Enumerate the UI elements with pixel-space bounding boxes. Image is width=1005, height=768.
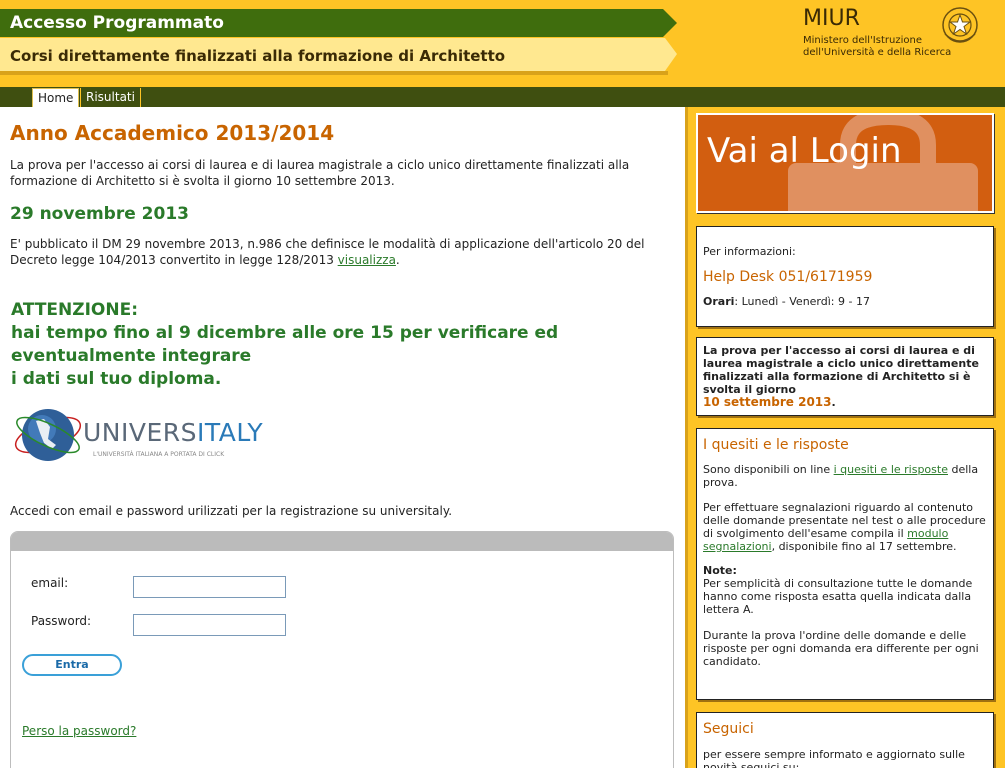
email-label: email: (31, 576, 69, 590)
email-input[interactable] (133, 576, 286, 598)
info-label: Per informazioni: (703, 245, 796, 258)
login-banner-label: Vai al Login (707, 131, 902, 171)
note-block: Note: Per semplicità di consultazione tut… (703, 564, 973, 616)
login-form: email: Password: Entra Perso la password… (10, 531, 674, 768)
helpdesk-phone: Help Desk 051/6171959 (703, 269, 873, 285)
seguici-text: per essere sempre informato e aggiornato… (703, 748, 965, 768)
site-title: Accesso Programmato (10, 13, 224, 33)
login-intro-text: Accedi con email e password urilizzati p… (10, 504, 453, 518)
tab-home[interactable]: Home (32, 88, 80, 107)
site-subtitle: Corsi direttamente finalizzati alla form… (10, 47, 506, 65)
seguici-box: Seguici per essere sempre informato e ag… (696, 712, 994, 768)
note-paragraph-2: Durante la prova l'ordine delle domande … (703, 629, 979, 668)
quesiti-box: I quesiti e le risposte Sono disponibili… (696, 428, 994, 700)
miur-line2: dell'Università e della Ricerca (803, 47, 952, 58)
tab-risultati[interactable]: Risultati (80, 88, 141, 107)
visualizza-link[interactable]: visualizza (338, 253, 396, 267)
page-title: Anno Accademico 2013/2014 (10, 121, 335, 145)
quesiti-title: I quesiti e le risposte (703, 437, 849, 453)
universitaly-tagline: L'UNIVERSITÀ ITALIANA A PORTATA DI CLICK (93, 451, 225, 458)
login-banner-button[interactable]: Vai al Login (696, 113, 994, 213)
universitaly-logo-text: UNIVERSITALY (83, 418, 264, 447)
password-input[interactable] (133, 614, 286, 636)
miur-logo-text: MIUR (803, 6, 860, 31)
exam-notice-box: La prova per l'accesso ai corsi di laure… (696, 337, 994, 416)
exam-notice-text: La prova per l'accesso ai corsi di laure… (703, 344, 979, 409)
seguici-title: Seguici (703, 721, 754, 737)
entra-button[interactable]: Entra (22, 654, 122, 676)
attention-notice: ATTENZIONE: hai tempo fino al 9 dicembre… (11, 300, 559, 389)
quesiti-paragraph-2: Per effettuare segnalazioni riguardo al … (703, 501, 986, 553)
quesiti-risposte-link[interactable]: i quesiti e le risposte (834, 463, 948, 476)
helpdesk-box: Per informazioni: Help Desk 051/6171959 … (696, 226, 994, 327)
republic-emblem-icon (942, 7, 978, 43)
intro-text: La prova per l'accesso ai corsi di laure… (10, 158, 630, 188)
main-nav: Home Risultati (0, 87, 1005, 107)
news-text: E' pubblicato il DM 29 novembre 2013, n.… (10, 237, 645, 267)
site-header: Accesso Programmato Corsi direttamente f… (0, 0, 1005, 86)
lost-password-link[interactable]: Perso la password? (22, 724, 136, 738)
miur-line1: Ministero dell'Istruzione (803, 35, 922, 46)
login-form-header (11, 532, 673, 551)
main-content: Anno Accademico 2013/2014 La prova per l… (0, 107, 685, 768)
news-date-heading: 29 novembre 2013 (10, 204, 189, 224)
password-label: Password: (31, 614, 92, 628)
office-hours: Orari: Lunedì - Venerdì: 9 - 17 (703, 295, 870, 308)
quesiti-paragraph-1: Sono disponibili on line i quesiti e le … (703, 463, 979, 489)
